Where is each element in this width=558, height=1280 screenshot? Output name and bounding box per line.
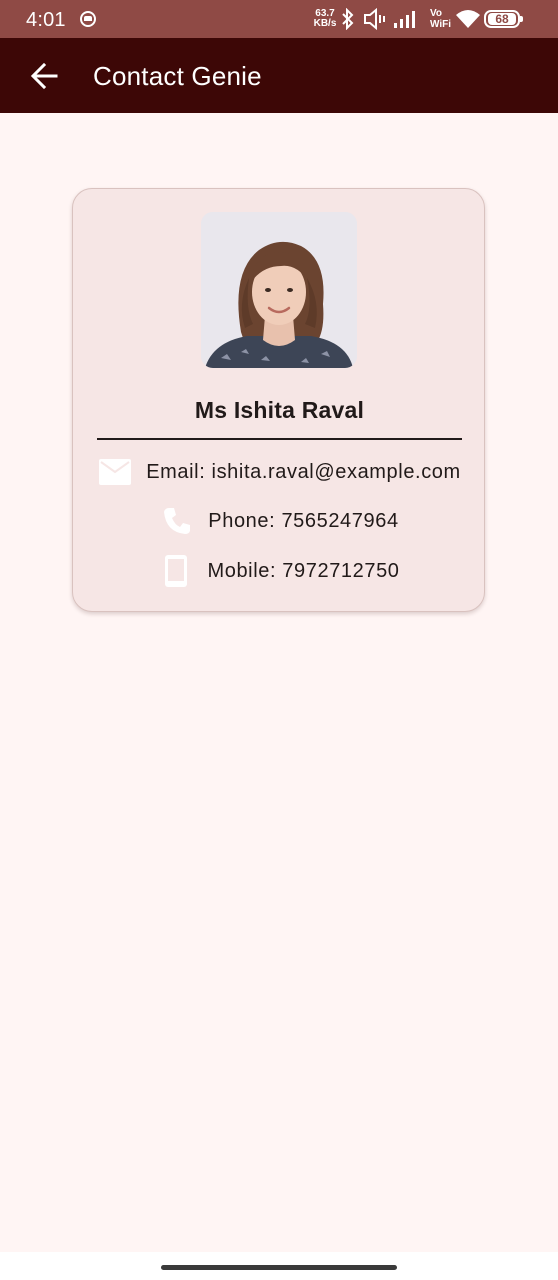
mobile-phone-icon [159,554,193,588]
status-time: 4:01 [26,9,66,31]
home-gesture-handle[interactable] [161,1265,397,1270]
email-row[interactable]: Email: ishita.raval@example.com [73,452,486,492]
battery-level: 68 [488,13,516,25]
bluetooth-icon [342,8,354,30]
contact-photo [201,212,357,368]
navigation-bar [0,1252,558,1280]
phone-icon [160,504,194,538]
email-icon [98,455,132,489]
vowifi-top: Vo [430,8,443,19]
vibrate-icon [364,8,385,30]
phone-row[interactable]: Phone: 7565247964 [73,501,486,541]
signal-icon [394,11,415,28]
vowifi-bottom: WiFi [430,19,452,30]
battery-icon: 68 [484,10,523,28]
phone-text: Phone: 7565247964 [208,509,399,532]
mobile-text: Mobile: 7972712750 [207,559,400,582]
divider [97,438,462,440]
back-button[interactable] [26,58,62,94]
mobile-row[interactable]: Mobile: 7972712750 [73,551,486,591]
contact-name: Ms Ishita Raval [194,397,365,423]
avatar [201,212,357,368]
email-text: Email: ishita.raval@example.com [146,460,461,483]
vowifi-indicator: Vo WiFi [430,8,451,30]
wifi-icon [456,10,480,28]
arrow-back-icon [30,62,58,90]
contact-card: Ms Ishita Raval Email: ishita.raval@exam… [72,188,485,612]
network-speed-unit: KB/s [313,18,337,29]
status-bar: 4:01 63.7 KB/s Vo WiFi 68 [0,0,558,38]
app-bar: Contact Genie [0,38,558,113]
page-title: Contact Genie [93,61,262,91]
app-notification-icon [80,11,96,27]
network-speed: 63.7 KB/s [312,9,338,29]
